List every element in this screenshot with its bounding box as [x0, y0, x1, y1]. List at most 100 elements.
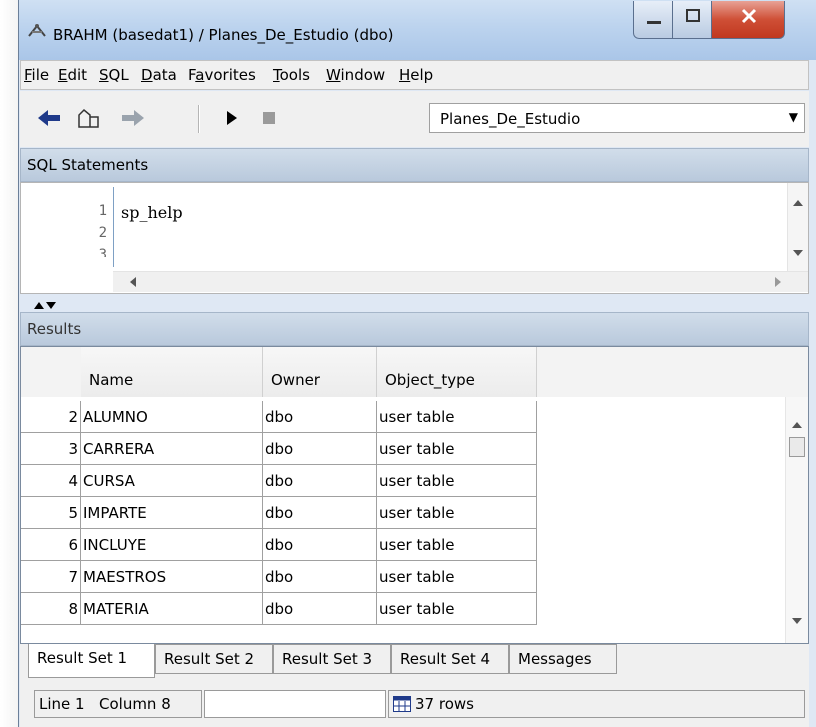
scroll-right-icon[interactable]	[774, 277, 782, 287]
chevron-down-icon: ▼	[788, 110, 798, 124]
maximize-icon	[686, 9, 700, 22]
cell-name[interactable]: CURSA	[81, 465, 263, 497]
column-header-object-type[interactable]: Object_type	[377, 347, 537, 397]
cell-owner[interactable]: dbo	[263, 401, 377, 433]
run-icon	[227, 111, 237, 125]
tab-result-set-2[interactable]: Result Set 2	[155, 644, 273, 674]
cell-object-type[interactable]: user table	[377, 465, 537, 497]
row-number: 5	[21, 497, 81, 529]
cell-name[interactable]: MAESTROS	[81, 561, 263, 593]
cell-object-type[interactable]: user table	[377, 401, 537, 433]
table-row[interactable]: 2 ALUMNO dbo user table	[21, 401, 537, 433]
menu-edit[interactable]: Edit	[58, 66, 87, 84]
cell-object-type[interactable]: user table	[377, 433, 537, 465]
cell-owner[interactable]: dbo	[263, 561, 377, 593]
cell-owner[interactable]: dbo	[263, 433, 377, 465]
table-row[interactable]: 5 IMPARTE dbo user table	[21, 497, 537, 529]
back-arrow-icon	[38, 110, 60, 126]
panel-splitter[interactable]	[20, 294, 809, 314]
cell-owner[interactable]: dbo	[263, 593, 377, 625]
table-row[interactable]: 3 CARRERA dbo user table	[21, 433, 537, 465]
menu-data[interactable]: Data	[141, 66, 177, 84]
column-header-name[interactable]: Name	[81, 347, 263, 397]
database-select[interactable]: Planes_De_Estudio ▼	[429, 103, 805, 133]
column-header-owner[interactable]: Owner	[263, 347, 377, 397]
cell-owner[interactable]: dbo	[263, 497, 377, 529]
table-row[interactable]: 8 MATERIA dbo user table	[21, 593, 537, 625]
database-icon	[78, 108, 99, 128]
cell-name[interactable]: INCLUYE	[81, 529, 263, 561]
status-bar: Line 1 Column 8 37 rows	[20, 682, 809, 727]
tab-result-set-3[interactable]: Result Set 3	[273, 644, 391, 674]
menu-file[interactable]: File	[24, 66, 49, 84]
results-grid[interactable]: Name Owner Object_type 2 ALUMNO dbo user…	[20, 346, 809, 644]
database-select-value: Planes_De_Estudio	[440, 110, 581, 128]
cell-owner[interactable]: dbo	[263, 465, 377, 497]
app-window: BRAHM (basedat1) / Planes_De_Estudio (db…	[18, 0, 816, 727]
database-button[interactable]	[76, 107, 106, 131]
cell-object-type[interactable]: user table	[377, 497, 537, 529]
results-header: Results	[20, 312, 809, 346]
sql-code-line[interactable]: sp_help	[121, 203, 183, 222]
row-count: 37 rows	[388, 690, 805, 718]
tab-result-set-4[interactable]: Result Set 4	[391, 644, 509, 674]
line-number: 2	[98, 225, 107, 241]
desktop-edge	[0, 0, 18, 727]
scroll-thumb[interactable]	[789, 437, 805, 457]
table-row[interactable]: 6 INCLUYE dbo user table	[21, 529, 537, 561]
close-button[interactable]	[711, 1, 785, 39]
scroll-up-icon[interactable]	[792, 421, 802, 429]
row-number: 4	[21, 465, 81, 497]
window-title: BRAHM (basedat1) / Planes_De_Estudio (db…	[53, 26, 394, 44]
line-number-gutter: 1 2 3	[21, 183, 113, 271]
splitter-arrows-icon[interactable]	[34, 300, 56, 310]
tab-messages[interactable]: Messages	[509, 644, 617, 674]
stop-button[interactable]	[258, 107, 288, 131]
forward-arrow-icon	[122, 110, 144, 126]
cell-object-type[interactable]: user table	[377, 529, 537, 561]
back-button[interactable]	[36, 107, 66, 131]
cell-name[interactable]: IMPARTE	[81, 497, 263, 529]
execute-button[interactable]	[220, 107, 250, 131]
menu-sql[interactable]: SQL	[99, 66, 129, 84]
cell-name[interactable]: CARRERA	[81, 433, 263, 465]
status-column: Column 8	[99, 695, 171, 713]
minimize-button[interactable]	[633, 1, 673, 39]
grid-header-row: Name Owner Object_type	[21, 347, 808, 397]
toolbar: Planes_De_Estudio ▼	[20, 91, 809, 147]
menu-favorites[interactable]: Favorites	[188, 66, 256, 84]
results-vertical-scrollbar[interactable]	[785, 397, 808, 643]
line-number: 3	[98, 247, 107, 257]
status-empty-field	[204, 690, 386, 718]
cell-name[interactable]: MATERIA	[81, 593, 263, 625]
table-row[interactable]: 7 MAESTROS dbo user table	[21, 561, 537, 593]
menu-window[interactable]: Window	[326, 66, 385, 84]
menu-help[interactable]: Help	[399, 66, 433, 84]
cell-name[interactable]: ALUMNO	[81, 401, 263, 433]
cell-object-type[interactable]: user table	[377, 593, 537, 625]
editor-horizontal-scrollbar[interactable]	[113, 271, 808, 292]
status-rows: 37 rows	[415, 695, 474, 713]
row-number: 6	[21, 529, 81, 561]
title-bar[interactable]: BRAHM (basedat1) / Planes_De_Estudio (db…	[19, 0, 816, 60]
scroll-left-icon[interactable]	[129, 277, 137, 287]
status-line: Line 1	[39, 695, 85, 713]
cell-object-type[interactable]: user table	[377, 561, 537, 593]
tab-result-set-1[interactable]: Result Set 1	[28, 644, 155, 678]
maximize-button[interactable]	[672, 1, 712, 39]
editor-vertical-scrollbar[interactable]	[787, 183, 808, 271]
row-number: 2	[21, 401, 81, 433]
menu-tools[interactable]: Tools	[273, 66, 310, 84]
table-row[interactable]: 4 CURSA dbo user table	[21, 465, 537, 497]
row-number: 3	[21, 433, 81, 465]
row-header-corner	[21, 347, 81, 397]
scroll-down-icon[interactable]	[793, 249, 803, 257]
sql-editor[interactable]: 1 2 3 sp_help	[20, 182, 809, 294]
forward-button[interactable]	[120, 107, 150, 131]
result-tabs: Result Set 1 Result Set 2 Result Set 3 R…	[20, 644, 809, 682]
cell-owner[interactable]: dbo	[263, 529, 377, 561]
scroll-up-icon[interactable]	[793, 199, 803, 207]
gutter-divider	[113, 187, 114, 267]
scroll-down-icon[interactable]	[792, 617, 802, 625]
minimize-icon	[647, 21, 661, 24]
